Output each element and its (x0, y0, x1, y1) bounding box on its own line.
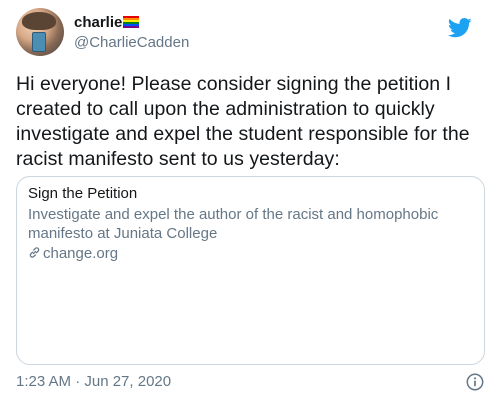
tweet-header: charlie @CharlieCadden (16, 8, 486, 58)
twitter-bird-icon[interactable] (448, 18, 472, 38)
tweet-embed: charlie @CharlieCadden Hi everyone! Plea… (0, 0, 499, 407)
link-card[interactable]: Sign the Petition Investigate and expel … (16, 176, 485, 365)
link-card-details[interactable]: Sign the Petition Investigate and expel … (17, 177, 484, 267)
display-name-row[interactable]: charlie (74, 14, 189, 32)
tweet-timestamp[interactable]: 1:23 AM · Jun 27, 2020 (16, 372, 171, 392)
avatar[interactable] (16, 8, 64, 56)
author-info[interactable]: charlie @CharlieCadden (74, 14, 189, 53)
card-title[interactable]: Sign the Petition (28, 184, 137, 204)
rainbow-flag-icon (123, 16, 140, 28)
card-description[interactable]: Investigate and expel the author of the … (28, 205, 468, 243)
user-handle[interactable]: @CharlieCadden (74, 33, 189, 53)
card-domain-row[interactable]: change.org (28, 244, 118, 264)
info-icon[interactable] (466, 373, 484, 391)
avatar-phone (32, 32, 46, 52)
tweet-text: Hi everyone! Please consider signing the… (16, 73, 470, 170)
avatar-hair (22, 12, 56, 30)
link-icon (29, 247, 40, 258)
display-name[interactable]: charlie (74, 14, 122, 31)
card-domain[interactable]: change.org (43, 245, 118, 262)
